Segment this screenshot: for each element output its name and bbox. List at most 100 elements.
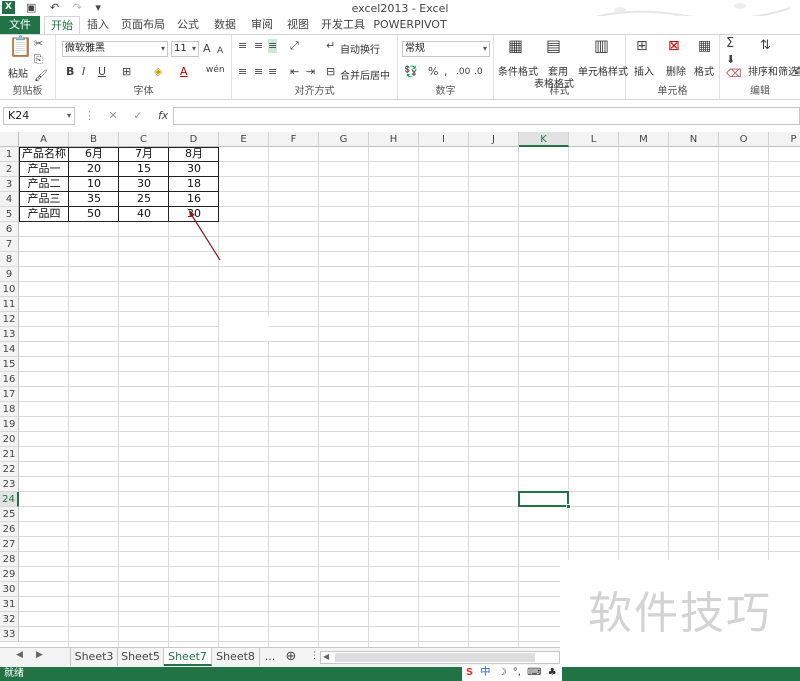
decrease-decimal-icon[interactable]: .0 (474, 65, 483, 79)
row-header-18[interactable]: 18 (0, 402, 19, 417)
tab-split-icon[interactable]: ⋮ (310, 651, 319, 661)
data-cell[interactable]: 产品四 (19, 207, 69, 222)
column-header-k[interactable]: K (519, 132, 569, 147)
column-header-l[interactable]: L (569, 132, 619, 147)
enter-icon[interactable]: ✓ (133, 109, 142, 122)
comma-button[interactable]: , (444, 65, 448, 79)
add-sheet-icon[interactable]: ⊕ (282, 648, 300, 666)
sheet-tab-sheet3[interactable]: Sheet3 (70, 648, 118, 666)
column-header-e[interactable]: E (219, 132, 269, 147)
tab-formulas[interactable]: 公式 (172, 16, 204, 34)
row-header-20[interactable]: 20 (0, 432, 19, 447)
insert-cells-button[interactable]: 插入 (634, 63, 654, 78)
column-header-a[interactable]: A (19, 132, 69, 147)
data-cell[interactable]: 30 (169, 162, 219, 177)
font-size-select[interactable]: 11 ▾ (171, 41, 199, 57)
skin-icon[interactable]: ♣ (548, 667, 557, 678)
tab-powerpivot[interactable]: POWERPIVOT (372, 16, 448, 34)
column-header-i[interactable]: I (419, 132, 469, 147)
data-cell[interactable]: 产品二 (19, 177, 69, 192)
row-header-26[interactable]: 26 (0, 522, 19, 537)
ime-toolbar[interactable]: S 中 ☽ °, ⌨ ♣ 🔧 (462, 665, 562, 681)
sort-filter-icon[interactable]: ⇅ (760, 39, 771, 53)
percent-button[interactable]: % (428, 65, 438, 79)
row-header-25[interactable]: 25 (0, 507, 19, 522)
data-cell[interactable]: 50 (69, 207, 119, 222)
data-cell[interactable]: 35 (69, 192, 119, 207)
column-header-g[interactable]: G (319, 132, 369, 147)
insert-cells-icon[interactable]: ⊞ (636, 39, 648, 53)
tab-insert[interactable]: 插入 (82, 16, 114, 34)
data-cell[interactable]: 25 (119, 192, 169, 207)
orientation-icon[interactable]: ⤢ (290, 39, 299, 53)
data-cell[interactable]: 产品一 (19, 162, 69, 177)
tab-developer[interactable]: 开发工具 (318, 16, 368, 34)
font-color-icon[interactable]: A (180, 65, 188, 79)
column-header-p[interactable]: P (769, 132, 800, 147)
scroll-thumb[interactable] (335, 653, 535, 662)
sheet-tab-sheet8[interactable]: Sheet8 (212, 648, 260, 666)
increase-indent-icon[interactable]: ⇥ (306, 65, 315, 79)
font-name-select[interactable]: 微软雅黑 ▾ (62, 41, 168, 57)
column-header-n[interactable]: N (669, 132, 719, 147)
fill-icon[interactable]: ⬇ (726, 53, 735, 67)
tab-review[interactable]: 审阅 (246, 16, 278, 34)
bold-button[interactable]: B (66, 65, 74, 79)
insert-function-icon[interactable]: fx (158, 109, 168, 122)
row-header-2[interactable]: 2 (0, 162, 19, 177)
row-header-12[interactable]: 12 (0, 312, 19, 327)
row-header-14[interactable]: 14 (0, 342, 19, 357)
active-cell[interactable] (518, 491, 571, 509)
tab-view[interactable]: 视图 (282, 16, 314, 34)
align-right-icon[interactable]: ≡ (268, 65, 277, 79)
row-header-15[interactable]: 15 (0, 357, 19, 372)
align-center-icon[interactable]: ≡ (254, 65, 263, 79)
prev-sheet-icon[interactable]: ◀ (16, 650, 23, 660)
paste-button[interactable]: 粘贴 (8, 65, 28, 80)
sheet-tab-sheet7[interactable]: Sheet7 (164, 648, 212, 666)
column-header-j[interactable]: J (469, 132, 519, 147)
paste-icon[interactable]: 📋 (8, 36, 33, 56)
underline-button[interactable]: U (98, 65, 106, 79)
align-bottom-icon[interactable]: ≡ (268, 39, 278, 53)
row-header-5[interactable]: 5 (0, 207, 19, 222)
currency-icon[interactable]: 💱 (404, 65, 418, 79)
name-box[interactable]: K24 ▾ (3, 107, 75, 125)
row-header-27[interactable]: 27 (0, 537, 19, 552)
delete-cells-button[interactable]: 删除 (666, 63, 686, 78)
data-cell[interactable]: 20 (69, 162, 119, 177)
shrink-font-icon[interactable]: A (217, 44, 223, 58)
row-header-31[interactable]: 31 (0, 597, 19, 612)
cell-styles-icon[interactable]: ▥ (594, 38, 609, 54)
row-header-6[interactable]: 6 (0, 222, 19, 237)
clear-icon[interactable]: ⌫ (726, 67, 742, 81)
row-header-9[interactable]: 9 (0, 267, 19, 282)
row-header-29[interactable]: 29 (0, 567, 19, 582)
row-header-24[interactable]: 24 (0, 492, 19, 507)
data-cell[interactable]: 30 (169, 207, 219, 222)
delete-cells-icon[interactable]: ⊠ (668, 39, 680, 53)
header-cell[interactable]: 产品名称 (19, 147, 69, 162)
data-cell[interactable]: 产品三 (19, 192, 69, 207)
tab-page-layout[interactable]: 页面布局 (118, 16, 168, 34)
fill-color-icon[interactable]: ◈ (154, 65, 162, 79)
wrap-text-icon[interactable]: ↵ (326, 39, 335, 53)
header-cell[interactable]: 7月 (119, 147, 169, 162)
data-cell[interactable]: 10 (69, 177, 119, 192)
tab-data[interactable]: 数据 (208, 16, 242, 34)
autosum-button[interactable]: Σ (726, 37, 734, 51)
keyboard-icon[interactable]: ⌨ (527, 667, 541, 678)
format-cells-icon[interactable]: ▦ (698, 39, 711, 53)
more-sheets-button[interactable]: ... (262, 648, 278, 666)
column-header-b[interactable]: B (69, 132, 119, 147)
data-cell[interactable]: 40 (119, 207, 169, 222)
row-header-19[interactable]: 19 (0, 417, 19, 432)
row-header-33[interactable]: 33 (0, 627, 19, 642)
number-format-select[interactable]: 常规 ▾ (402, 41, 490, 57)
align-left-icon[interactable]: ≡ (238, 65, 247, 79)
column-header-c[interactable]: C (119, 132, 169, 147)
row-header-10[interactable]: 10 (0, 282, 19, 297)
next-sheet-icon[interactable]: ▶ (36, 650, 43, 660)
find-select-button[interactable]: 查 (794, 63, 800, 78)
grow-font-icon[interactable]: A (203, 42, 211, 56)
